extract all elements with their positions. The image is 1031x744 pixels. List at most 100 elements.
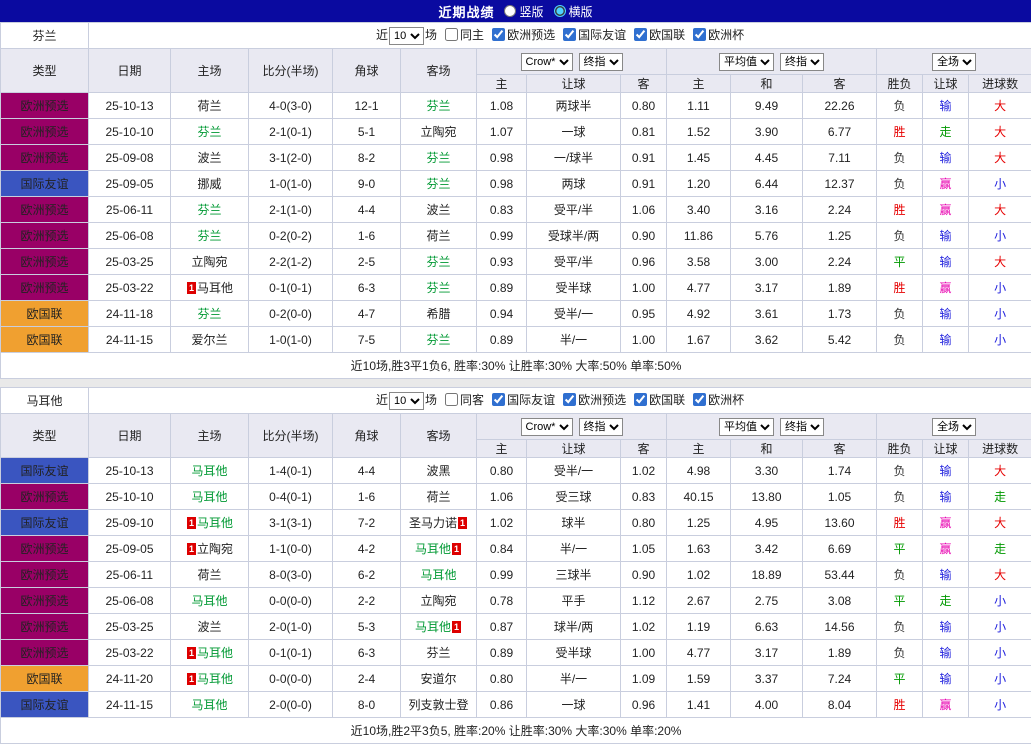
result-cell: 负 <box>877 171 923 197</box>
avg-draw: 4.45 <box>731 145 803 171</box>
match-date: 25-09-08 <box>89 145 171 171</box>
handicap-result-cell: 输 <box>923 301 969 327</box>
match-type-badge: 欧洲预选 <box>1 119 89 145</box>
filter-near-label: 近 <box>376 393 388 407</box>
match-type-badge: 欧洲预选 <box>1 536 89 562</box>
column-header-avg-home: 主 <box>667 75 731 93</box>
home-team-name: 芬兰 <box>197 125 221 139</box>
odds-home: 0.86 <box>477 692 527 718</box>
corner-score: 6-3 <box>333 640 401 666</box>
match-score: 0-0(0-0) <box>249 666 333 692</box>
match-date: 25-03-25 <box>89 249 171 275</box>
layout-horizontal-radio[interactable] <box>554 5 566 17</box>
away-team-name: 波兰 <box>426 203 450 217</box>
bookmaker-select[interactable]: Crow* <box>521 418 573 436</box>
competition-checkbox-4[interactable] <box>693 393 706 406</box>
column-header-col-away: 客场 <box>401 49 477 93</box>
match-score: 0-1(0-1) <box>249 275 333 301</box>
odds-controls: Crow* 终指 <box>477 414 667 440</box>
odds-away: 1.09 <box>621 666 667 692</box>
home-team: 爱尔兰 <box>171 327 249 353</box>
competition-label-4: 欧洲杯 <box>708 28 744 42</box>
odds-home: 0.99 <box>477 223 527 249</box>
column-header-col-score: 比分(半场) <box>249 49 333 93</box>
competition-checkbox-1[interactable] <box>492 393 505 406</box>
away-team: 马耳他1 <box>401 536 477 562</box>
match-score: 1-0(1-0) <box>249 171 333 197</box>
goals-result-cell: 大 <box>969 562 1031 588</box>
average-select[interactable]: 平均值 <box>719 53 774 71</box>
avg-home: 2.67 <box>667 588 731 614</box>
match-date: 24-11-15 <box>89 327 171 353</box>
match-date: 25-03-22 <box>89 275 171 301</box>
odds-handicap: 三球半 <box>527 562 621 588</box>
competition-checkbox-2[interactable] <box>563 28 576 41</box>
average-select[interactable]: 平均值 <box>719 418 774 436</box>
avg-away: 22.26 <box>803 93 877 119</box>
avg-away: 2.24 <box>803 197 877 223</box>
match-type-badge: 欧国联 <box>1 301 89 327</box>
away-team-name: 芬兰 <box>426 151 450 165</box>
section-team-name: 芬兰 <box>1 23 89 49</box>
avg-away: 3.08 <box>803 588 877 614</box>
result-cell: 平 <box>877 666 923 692</box>
handicap-result-cell: 输 <box>923 666 969 692</box>
result-cell: 胜 <box>877 692 923 718</box>
odds-handicap: 一球 <box>527 119 621 145</box>
recent-count-select[interactable]: 10 <box>389 27 424 45</box>
avg-home: 1.67 <box>667 327 731 353</box>
match-date: 25-06-08 <box>89 588 171 614</box>
column-header-col-date: 日期 <box>89 49 171 93</box>
neutral-mark: 1 <box>187 282 196 294</box>
scope-select[interactable]: 全场 <box>932 53 976 71</box>
match-row: 欧洲预选25-10-10芬兰2-1(0-1)5-1立陶宛1.07一球0.811.… <box>1 119 1031 145</box>
match-score: 1-4(0-1) <box>249 458 333 484</box>
odds-away: 0.80 <box>621 93 667 119</box>
match-date: 25-09-05 <box>89 171 171 197</box>
avg-away: 1.73 <box>803 301 877 327</box>
odds-type-select[interactable]: 终指 <box>579 53 623 71</box>
same-venue-checkbox[interactable] <box>445 393 458 406</box>
away-team-name: 立陶宛 <box>420 125 456 139</box>
avg-away: 8.04 <box>803 692 877 718</box>
match-type-badge: 欧国联 <box>1 327 89 353</box>
section-team-name: 马耳他 <box>1 388 89 414</box>
corner-score: 8-0 <box>333 692 401 718</box>
avg-odds-type-select[interactable]: 终指 <box>780 53 824 71</box>
away-team-name: 安道尔 <box>420 672 456 686</box>
odds-home: 0.98 <box>477 171 527 197</box>
corner-score: 4-4 <box>333 458 401 484</box>
result-cell: 负 <box>877 301 923 327</box>
home-team: 立陶宛 <box>171 249 249 275</box>
layout-horizontal-option[interactable]: 横版 <box>554 3 593 20</box>
odds-type-select[interactable]: 终指 <box>579 418 623 436</box>
match-type-badge: 国际友谊 <box>1 458 89 484</box>
layout-vertical-radio[interactable] <box>504 5 516 17</box>
competition-checkbox-3[interactable] <box>634 28 647 41</box>
summary-row: 近10场,胜2平3负5, 胜率:20% 让胜率:30% 大率:30% 单率:20… <box>1 718 1031 744</box>
match-row: 欧洲预选25-10-10马耳他0-4(0-1)1-6荷兰1.06受三球0.834… <box>1 484 1031 510</box>
recent-count-select[interactable]: 10 <box>389 392 424 410</box>
same-venue-checkbox[interactable] <box>445 28 458 41</box>
avg-home: 11.86 <box>667 223 731 249</box>
competition-label-2: 国际友谊 <box>578 28 626 42</box>
match-score: 0-2(0-0) <box>249 301 333 327</box>
odds-handicap: 半/一 <box>527 327 621 353</box>
competition-checkbox-4[interactable] <box>693 28 706 41</box>
handicap-result-cell: 输 <box>923 93 969 119</box>
odds-home: 0.78 <box>477 588 527 614</box>
competition-checkbox-3[interactable] <box>634 393 647 406</box>
avg-draw: 3.17 <box>731 275 803 301</box>
layout-vertical-option[interactable]: 竖版 <box>504 3 543 20</box>
away-team: 安道尔 <box>401 666 477 692</box>
avg-odds-type-select[interactable]: 终指 <box>780 418 824 436</box>
bookmaker-select[interactable]: Crow* <box>521 53 573 71</box>
result-cell: 胜 <box>877 197 923 223</box>
filter-bar: 近10场同客国际友谊欧洲预选欧国联欧洲杯 <box>89 388 1031 414</box>
competition-checkbox-2[interactable] <box>563 393 576 406</box>
column-header-col-date: 日期 <box>89 414 171 458</box>
match-date: 25-06-08 <box>89 223 171 249</box>
home-team: 1立陶宛 <box>171 536 249 562</box>
scope-select[interactable]: 全场 <box>932 418 976 436</box>
competition-checkbox-1[interactable] <box>492 28 505 41</box>
